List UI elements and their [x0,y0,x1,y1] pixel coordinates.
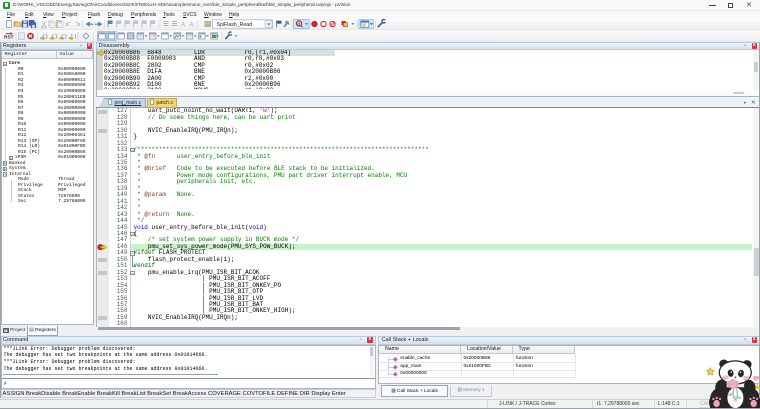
svg-text:RST: RST [4,35,14,41]
svg-text:SpiFlash_Read: SpiFlash_Read [217,22,253,28]
svg-text:A: A [190,22,194,28]
svg-text:{}: {} [51,33,58,40]
svg-text:A: A [181,22,185,28]
svg-text:*|: *| [70,33,77,40]
svg-text:{}: {} [61,33,68,40]
svg-text:{}: {} [42,33,49,40]
